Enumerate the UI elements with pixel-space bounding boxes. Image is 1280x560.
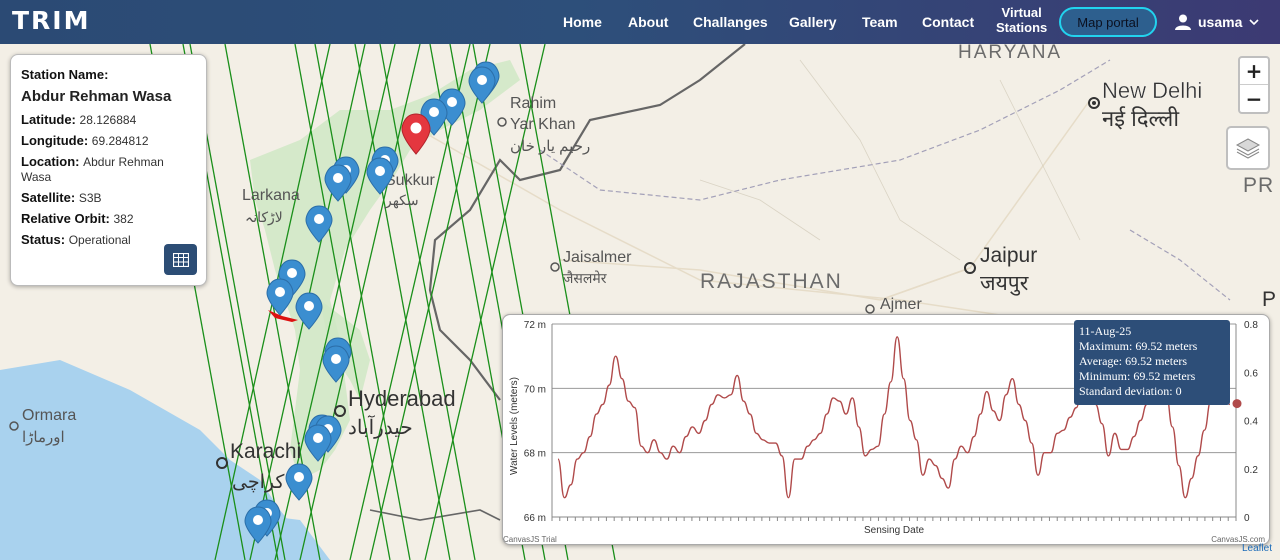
user-name: usama [1198, 14, 1243, 30]
station-pin-selected[interactable] [401, 113, 431, 155]
top-navbar: TRIM Home About Challanges Gallery Team … [0, 0, 1280, 44]
latitude-value: 28.126884 [79, 113, 137, 127]
orbit-label: Relative Orbit: [21, 211, 110, 226]
x-axis-label: Sensing Date [864, 525, 924, 536]
zoom-in-button[interactable]: + [1240, 58, 1268, 85]
station-pin[interactable] [266, 278, 294, 316]
status-label: Status: [21, 232, 66, 247]
station-name: Abdur Rehman Wasa [21, 88, 172, 105]
station-pin[interactable] [244, 506, 272, 544]
station-name-label: Station Name: [21, 67, 109, 82]
nav-contact[interactable]: Contact [922, 0, 974, 44]
status-value: Operational [68, 233, 131, 247]
y-tick-label: 68 m [524, 449, 546, 460]
y2-tick-label: 0.4 [1244, 417, 1258, 428]
tooltip-minimum: Minimum: 69.52 meters [1079, 369, 1196, 383]
station-pin[interactable] [322, 345, 350, 383]
nav-team[interactable]: Team [862, 0, 898, 44]
station-pin[interactable] [468, 66, 496, 104]
nav-virtual-stations[interactable]: Virtual Stations [996, 5, 1047, 35]
station-pin[interactable] [305, 205, 333, 243]
nav-about[interactable]: About [628, 0, 668, 44]
y2-tick-label: 0 [1244, 513, 1250, 524]
leaflet-attribution[interactable]: Leaflet [1242, 543, 1272, 554]
satellite-label: Satellite: [21, 190, 76, 205]
map-portal-button[interactable]: Map portal [1059, 7, 1157, 37]
satellite-value: S3B [78, 191, 102, 205]
station-pin[interactable] [324, 164, 352, 202]
chart-tooltip: 11-Aug-25 Maximum: 69.52 meters Average:… [1074, 320, 1230, 405]
chevron-down-icon [1249, 19, 1259, 26]
y-axis-label: Water Levels (meters) [509, 377, 520, 475]
y2-tick-label: 0.2 [1244, 465, 1258, 476]
nav-gallery[interactable]: Gallery [789, 0, 836, 44]
table-icon [172, 252, 189, 267]
zoom-out-button[interactable]: − [1240, 85, 1268, 112]
y-tick-label: 70 m [524, 384, 546, 395]
longitude-value: 69.284812 [91, 134, 149, 148]
station-pin[interactable] [295, 292, 323, 330]
brand-logo[interactable]: TRIM [12, 6, 90, 35]
station-pin[interactable] [366, 157, 394, 195]
layers-button[interactable] [1226, 126, 1270, 170]
tooltip-date: 11-Aug-25 [1079, 324, 1132, 338]
location-label: Location: [21, 154, 80, 169]
y-tick-label: 72 m [524, 320, 546, 331]
table-view-button[interactable] [164, 244, 197, 275]
user-icon [1175, 14, 1191, 30]
highlight-point [1232, 399, 1242, 409]
user-menu[interactable]: usama [1174, 0, 1260, 44]
y-tick-label: 66 m [524, 513, 546, 524]
station-pin[interactable] [285, 463, 313, 501]
longitude-label: Longitude: [21, 133, 89, 148]
nav-challanges[interactable]: Challanges [693, 0, 768, 44]
y2-tick-label: 0.8 [1244, 320, 1258, 331]
tooltip-stddev: Standard deviation: 0 [1079, 384, 1182, 398]
nav-virtual-line1: Virtual [1001, 5, 1042, 20]
layers-icon [1235, 138, 1261, 159]
station-pin[interactable] [304, 424, 332, 462]
orbit-value: 382 [113, 212, 134, 226]
latitude-label: Latitude: [21, 112, 76, 127]
station-info-card: Station Name: Abdur Rehman Wasa Latitude… [10, 54, 207, 286]
chart-credit-left[interactable]: CanvasJS Trial [503, 535, 557, 544]
nav-virtual-line2: Stations [996, 20, 1048, 35]
nav-home[interactable]: Home [563, 0, 602, 44]
water-level-chart[interactable]: 66 m 68 m 70 m 72 m 0 0.2 0.4 0.6 0.8 Sensing Dat… [502, 314, 1270, 545]
zoom-control: + − [1238, 56, 1270, 114]
tooltip-average: Average: 69.52 meters [1079, 354, 1188, 368]
tooltip-maximum: Maximum: 69.52 meters [1079, 339, 1198, 353]
y2-tick-label: 0.6 [1244, 368, 1258, 379]
